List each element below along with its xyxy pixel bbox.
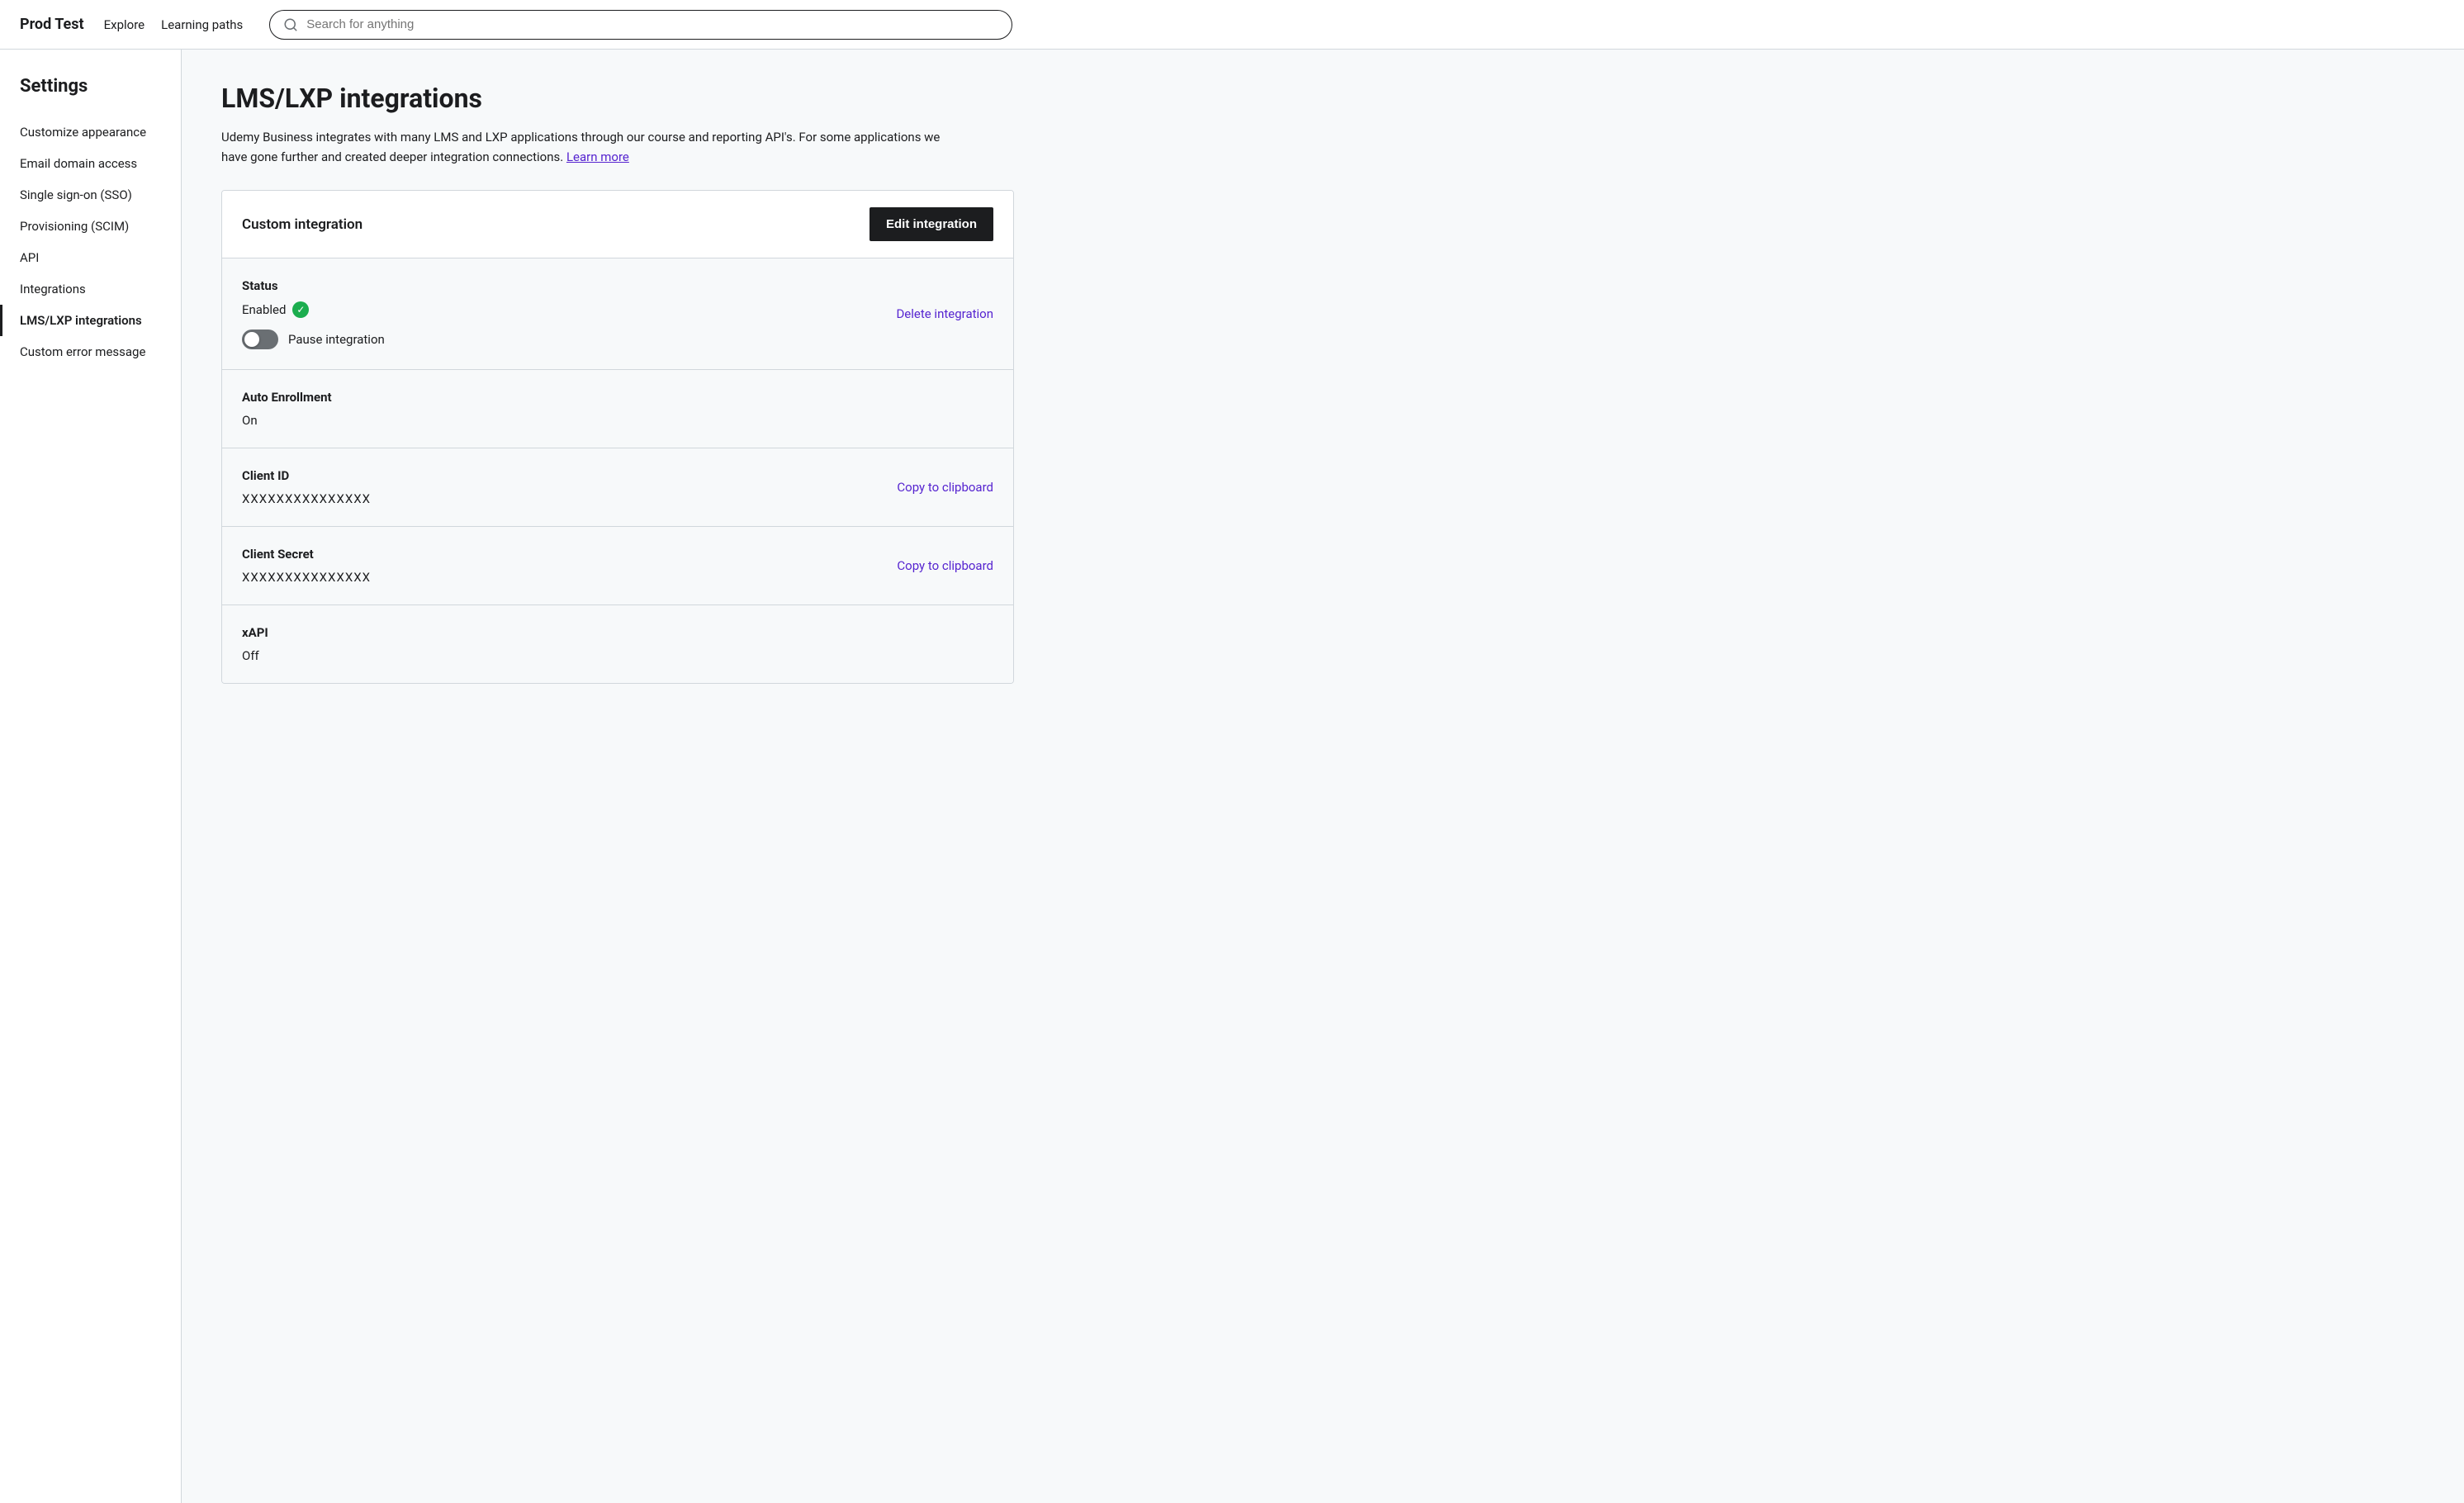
sidebar-item-1[interactable]: Email domain access (0, 148, 181, 179)
page-description: Udemy Business integrates with many LMS … (221, 127, 964, 167)
search-bar (269, 10, 1012, 40)
edit-integration-button[interactable]: Edit integration (870, 207, 993, 241)
sidebar-item-4[interactable]: API (0, 242, 181, 273)
status-label: Status (242, 278, 993, 293)
sidebar-item-0[interactable]: Customize appearance (0, 116, 181, 148)
toggle-thumb (244, 332, 259, 347)
status-enabled-text: Enabled (242, 302, 286, 317)
client-id-label: Client ID (242, 468, 993, 483)
client-id-value: XXXXXXXXXXXXXXX (242, 491, 993, 506)
learn-more-link[interactable]: Learn more (566, 149, 629, 164)
auto-enrollment-value: On (242, 413, 993, 428)
client-secret-section: Client Secret XXXXXXXXXXXXXXX Copy to cl… (222, 527, 1013, 605)
sidebar-item-2[interactable]: Single sign-on (SSO) (0, 179, 181, 211)
top-nav: Prod Test Explore Learning paths (0, 0, 2464, 50)
card-header: Custom integration Edit integration (222, 191, 1013, 258)
nav-links: Explore Learning paths (104, 17, 244, 32)
xapi-section: xAPI Off (222, 605, 1013, 683)
status-section: Status Enabled ✓ Pause integration Delet… (222, 258, 1013, 370)
page-title: LMS/LXP integrations (221, 83, 2424, 114)
card-header-title: Custom integration (242, 216, 362, 233)
xapi-value: Off (242, 648, 993, 663)
nav-link-learning-paths[interactable]: Learning paths (161, 17, 243, 32)
client-secret-label: Client Secret (242, 547, 993, 562)
delete-integration-link[interactable]: Delete integration (896, 306, 993, 321)
card-body: Status Enabled ✓ Pause integration Delet… (222, 258, 1013, 683)
search-input[interactable] (306, 17, 998, 31)
sidebar-item-7[interactable]: Custom error message (0, 336, 181, 367)
search-icon (283, 17, 298, 32)
pause-row: Pause integration (242, 330, 993, 349)
client-id-section: Client ID XXXXXXXXXXXXXXX Copy to clipbo… (222, 448, 1013, 527)
check-icon: ✓ (292, 301, 309, 318)
sidebar-item-6[interactable]: LMS/LXP integrations (0, 305, 181, 336)
auto-enrollment-section: Auto Enrollment On (222, 370, 1013, 448)
client-secret-value: XXXXXXXXXXXXXXX (242, 570, 993, 585)
sidebar-item-5[interactable]: Integrations (0, 273, 181, 305)
status-row: Enabled ✓ (242, 301, 993, 318)
layout: Settings Customize appearanceEmail domai… (0, 50, 2464, 1503)
pause-integration-toggle[interactable] (242, 330, 278, 349)
main-content: LMS/LXP integrations Udemy Business inte… (182, 50, 2464, 1503)
copy-client-secret-link[interactable]: Copy to clipboard (897, 558, 993, 573)
sidebar-nav: Customize appearanceEmail domain accessS… (0, 116, 181, 367)
sidebar-title: Settings (0, 76, 181, 116)
xapi-label: xAPI (242, 625, 993, 640)
sidebar: Settings Customize appearanceEmail domai… (0, 50, 182, 1503)
nav-brand[interactable]: Prod Test (20, 16, 84, 33)
integration-card: Custom integration Edit integration Stat… (221, 190, 1014, 684)
sidebar-item-3[interactable]: Provisioning (SCIM) (0, 211, 181, 242)
copy-client-id-link[interactable]: Copy to clipboard (897, 480, 993, 495)
pause-label: Pause integration (288, 332, 385, 347)
nav-link-explore[interactable]: Explore (104, 17, 145, 32)
auto-enrollment-label: Auto Enrollment (242, 390, 993, 405)
